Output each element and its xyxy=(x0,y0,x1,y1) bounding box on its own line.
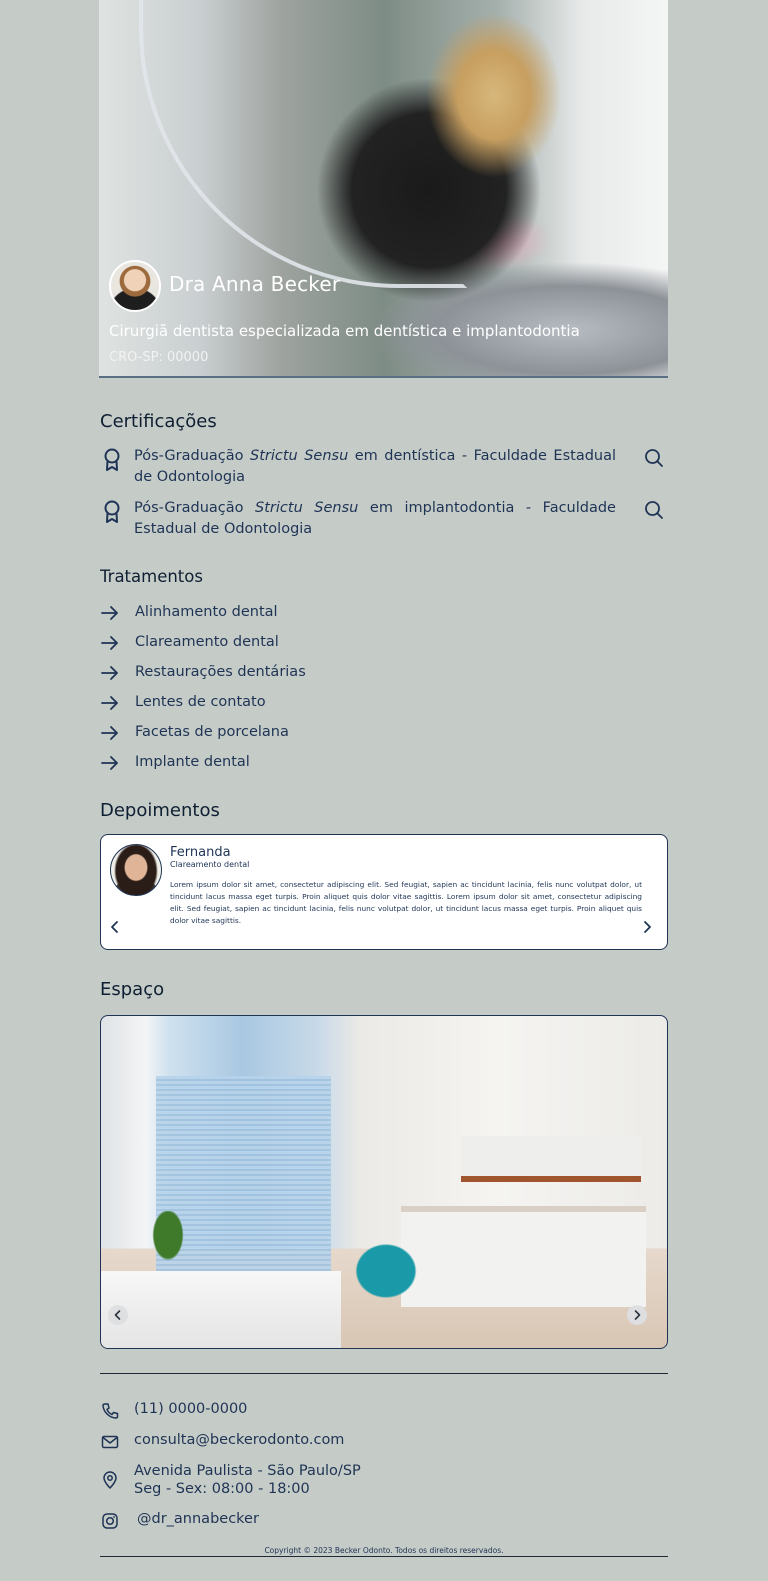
treatment-label: Implante dental xyxy=(135,754,250,770)
testimonials-title: Depoimentos xyxy=(100,800,220,821)
photo-counter xyxy=(401,1206,646,1307)
certification-text: Pós-Graduação Strictu Sensu em dentístic… xyxy=(134,448,617,485)
list-item[interactable]: Lentes de contato xyxy=(100,692,500,714)
chevron-right-icon xyxy=(634,1310,641,1320)
contact-address: Avenida Paulista - São Paulo/SP Seg - Se… xyxy=(100,1462,668,1500)
doctor-name: Dra Anna Becker xyxy=(169,272,341,296)
treatment-label: Facetas de porcelana xyxy=(135,724,289,740)
arrow-right-icon xyxy=(101,606,118,620)
email-address: consulta@beckerodonto.com xyxy=(134,1432,345,1448)
phone-number: (11) 0000-0000 xyxy=(134,1401,248,1417)
treatments-title: Tratamentos xyxy=(100,567,203,586)
list-item[interactable]: Implante dental xyxy=(100,752,500,774)
arrow-right-icon xyxy=(101,636,118,650)
ribbon-icon xyxy=(104,500,120,523)
divider xyxy=(100,1556,668,1557)
doctor-subtitle: Cirurgiã dentista especializada em dentí… xyxy=(109,322,580,340)
location-pin-icon xyxy=(103,1471,117,1489)
list-item[interactable]: Clareamento dental xyxy=(100,632,500,654)
cro-number: CRO-SP: 00000 xyxy=(109,350,209,365)
instagram-icon xyxy=(102,1513,118,1529)
arrow-right-icon xyxy=(101,666,118,680)
arrow-right-icon xyxy=(101,726,118,740)
opening-hours: Seg - Sex: 08:00 - 18:00 xyxy=(134,1481,310,1497)
contact-instagram[interactable]: @dr_annabecker xyxy=(100,1510,668,1530)
treatment-label: Lentes de contato xyxy=(135,694,266,710)
hero-photo-dental-tube xyxy=(139,0,467,288)
list-item[interactable]: Alinhamento dental xyxy=(100,602,500,624)
list-item[interactable]: Restaurações dentárias xyxy=(100,662,500,684)
hero-banner: Dra Anna Becker Cirurgiã dentista especi… xyxy=(99,0,668,378)
copyright: Copyright © 2023 Becker Odonto. Todos os… xyxy=(264,1546,504,1555)
instagram-handle: @dr_annabecker xyxy=(137,1511,259,1527)
photo-prev-button[interactable] xyxy=(108,1305,128,1325)
chevron-right-icon[interactable] xyxy=(640,919,654,935)
certification-text: Pós-Graduação Strictu Sensu em implantod… xyxy=(134,500,616,537)
photo-next-button[interactable] xyxy=(627,1305,647,1325)
avatar xyxy=(110,844,162,896)
certification-item: Pós-Graduação Strictu Sensu em dentístic… xyxy=(100,446,668,490)
divider xyxy=(100,1373,668,1374)
list-item[interactable]: Facetas de porcelana xyxy=(100,722,500,744)
address-line: Avenida Paulista - São Paulo/SP xyxy=(134,1463,361,1479)
testimonial-treatment: Clareamento dental xyxy=(170,860,250,869)
certifications-title: Certificações xyxy=(100,411,217,432)
search-icon[interactable] xyxy=(644,448,664,468)
arrow-right-icon xyxy=(101,696,118,710)
treatment-label: Restaurações dentárias xyxy=(135,664,306,680)
treatment-label: Clareamento dental xyxy=(135,634,279,650)
contact-phone[interactable]: (11) 0000-0000 xyxy=(100,1400,668,1420)
testimonial-card: Fernanda Clareamento dental Lorem ipsum … xyxy=(100,834,668,950)
photo-plant xyxy=(146,1211,190,1271)
photo-dental-chair xyxy=(341,1231,431,1311)
phone-icon xyxy=(102,1403,119,1419)
contact-email[interactable]: consulta@beckerodonto.com xyxy=(100,1431,668,1451)
testimonial-author: Fernanda xyxy=(170,845,231,860)
space-title: Espaço xyxy=(100,979,165,1000)
mail-icon xyxy=(101,1435,119,1449)
ribbon-icon xyxy=(104,448,120,471)
treatment-label: Alinhamento dental xyxy=(135,604,278,620)
testimonial-text: Lorem ipsum dolor sit amet, consectetur … xyxy=(170,880,642,925)
chevron-left-icon[interactable] xyxy=(108,919,122,935)
arrow-right-icon xyxy=(101,756,118,770)
search-icon[interactable] xyxy=(644,500,664,520)
clinic-photo xyxy=(100,1015,668,1349)
photo-sink xyxy=(101,1271,341,1348)
certification-item: Pós-Graduação Strictu Sensu em implantod… xyxy=(100,498,668,542)
chevron-left-icon xyxy=(114,1310,121,1320)
avatar xyxy=(109,260,161,312)
photo-cabinet xyxy=(461,1136,641,1182)
